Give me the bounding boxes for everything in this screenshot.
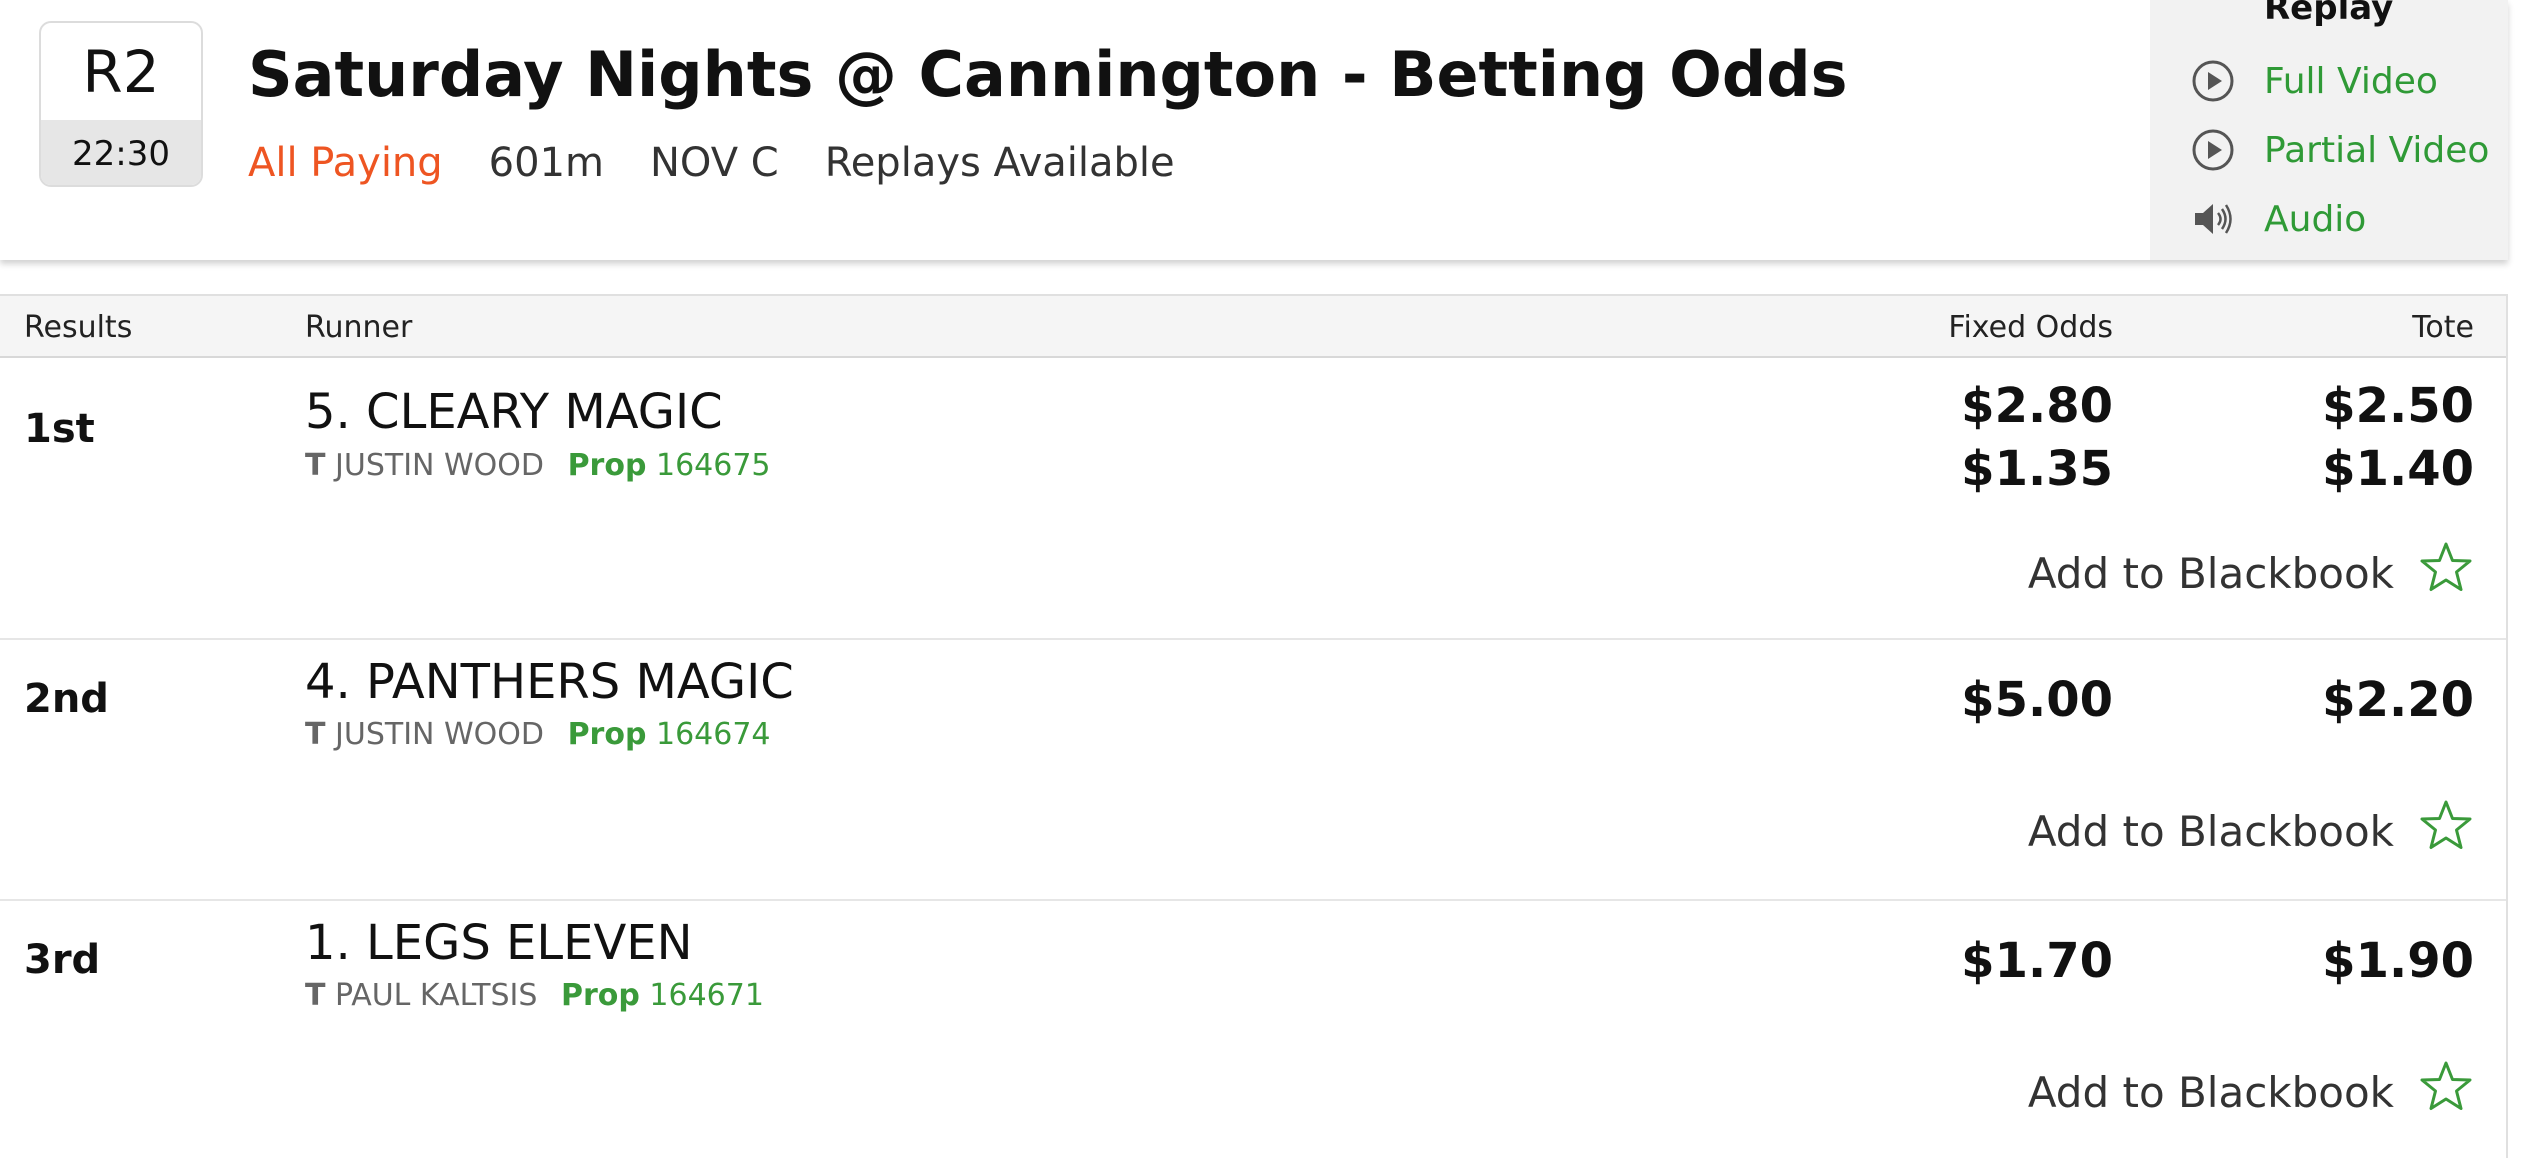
- prop-label: Prop: [560, 978, 640, 1013]
- play-circle-icon: [2190, 127, 2236, 173]
- prop-number: 164675: [655, 448, 771, 483]
- trainer-info: T PAUL KALTSIS Prop 164671: [305, 978, 764, 1013]
- fixed-odds-win[interactable]: $2.80: [1961, 378, 2113, 434]
- header-fixed-odds: Fixed Odds: [1948, 310, 2113, 345]
- trainer-prefix: T: [305, 448, 326, 483]
- replay-title: Replay: [2264, 0, 2394, 28]
- trainer-name: JUSTIN WOOD: [335, 717, 545, 752]
- table-row: 3rd 1. LEGS ELEVEN T PAUL KALTSIS Prop 1…: [0, 901, 2506, 1158]
- prop-label: Prop: [567, 448, 647, 483]
- speaker-icon: [2190, 196, 2236, 242]
- audio-link[interactable]: Audio: [2190, 196, 2366, 242]
- partial-video-link[interactable]: Partial Video: [2190, 127, 2489, 173]
- fixed-odds-win[interactable]: $1.70: [1961, 933, 2113, 989]
- trainer-name: PAUL KALTSIS: [335, 978, 538, 1013]
- result-position: 3rd: [24, 937, 101, 983]
- trainer-prefix: T: [305, 978, 326, 1013]
- blackbook-label: Add to Blackbook: [2027, 548, 2394, 598]
- table-row: 2nd 4. PANTHERS MAGIC T JUSTIN WOOD Prop…: [0, 640, 2506, 901]
- tote-win[interactable]: $2.50: [2322, 378, 2474, 434]
- trainer-info: T JUSTIN WOOD Prop 164675: [305, 448, 771, 483]
- race-distance: 601m: [488, 140, 604, 186]
- result-position: 1st: [24, 406, 95, 452]
- star-icon: [2418, 798, 2474, 864]
- race-time: 22:30: [41, 120, 201, 185]
- fixed-odds-win[interactable]: $5.00: [1961, 672, 2113, 728]
- header-tote: Tote: [2412, 310, 2474, 345]
- trainer-name: JUSTIN WOOD: [335, 448, 545, 483]
- replay-panel: Replay Full Video Partial Video Audio: [2150, 0, 2508, 260]
- race-number: R2: [82, 37, 160, 106]
- race-meta: All Paying 601m NOV C Replays Available: [248, 140, 1175, 186]
- audio-label: Audio: [2264, 198, 2367, 240]
- table-header: Results Runner Fixed Odds Tote: [0, 294, 2506, 358]
- table-row: 1st 5. CLEARY MAGIC T JUSTIN WOOD Prop 1…: [0, 358, 2506, 640]
- trainer-info: T JUSTIN WOOD Prop 164674: [305, 717, 771, 752]
- race-badge: R2 22:30: [39, 21, 203, 187]
- star-icon: [2418, 540, 2474, 606]
- prop-info: Prop 164671: [561, 978, 764, 1013]
- full-video-label: Full Video: [2264, 60, 2438, 102]
- tote-place[interactable]: $1.40: [2322, 441, 2474, 497]
- partial-video-label: Partial Video: [2264, 129, 2490, 171]
- race-status: All Paying: [248, 140, 443, 186]
- runner-name[interactable]: 5. CLEARY MAGIC: [305, 384, 723, 440]
- play-circle-icon: [2190, 58, 2236, 104]
- tote-win[interactable]: $1.90: [2322, 933, 2474, 989]
- blackbook-label: Add to Blackbook: [2027, 806, 2394, 856]
- add-to-blackbook-button[interactable]: Add to Blackbook: [2028, 540, 2474, 606]
- trainer-prefix: T: [305, 717, 326, 752]
- prop-info: Prop 164674: [568, 717, 771, 752]
- result-position: 2nd: [24, 676, 109, 722]
- prop-label: Prop: [567, 717, 647, 752]
- runner-name[interactable]: 4. PANTHERS MAGIC: [305, 654, 794, 710]
- prop-number: 164674: [655, 717, 771, 752]
- replays-available: Replays Available: [824, 140, 1175, 186]
- runner-name[interactable]: 1. LEGS ELEVEN: [305, 915, 693, 971]
- star-icon: [2418, 1059, 2474, 1125]
- add-to-blackbook-button[interactable]: Add to Blackbook: [2028, 1059, 2474, 1125]
- fixed-odds-place[interactable]: $1.35: [1961, 441, 2113, 497]
- prop-number: 164671: [649, 978, 764, 1013]
- header-runner: Runner: [305, 310, 413, 345]
- header-results: Results: [24, 310, 133, 345]
- race-header: R2 22:30 Saturday Nights @ Cannington - …: [0, 0, 2508, 260]
- tote-win[interactable]: $2.20: [2322, 672, 2474, 728]
- add-to-blackbook-button[interactable]: Add to Blackbook: [2028, 798, 2474, 864]
- prop-info: Prop 164675: [568, 448, 771, 483]
- race-grade: NOV C: [649, 140, 779, 186]
- blackbook-label: Add to Blackbook: [2027, 1067, 2394, 1117]
- full-video-link[interactable]: Full Video: [2190, 58, 2438, 104]
- results-table: Results Runner Fixed Odds Tote 1st 5. CL…: [0, 294, 2508, 1158]
- page-title: Saturday Nights @ Cannington - Betting O…: [248, 38, 1848, 111]
